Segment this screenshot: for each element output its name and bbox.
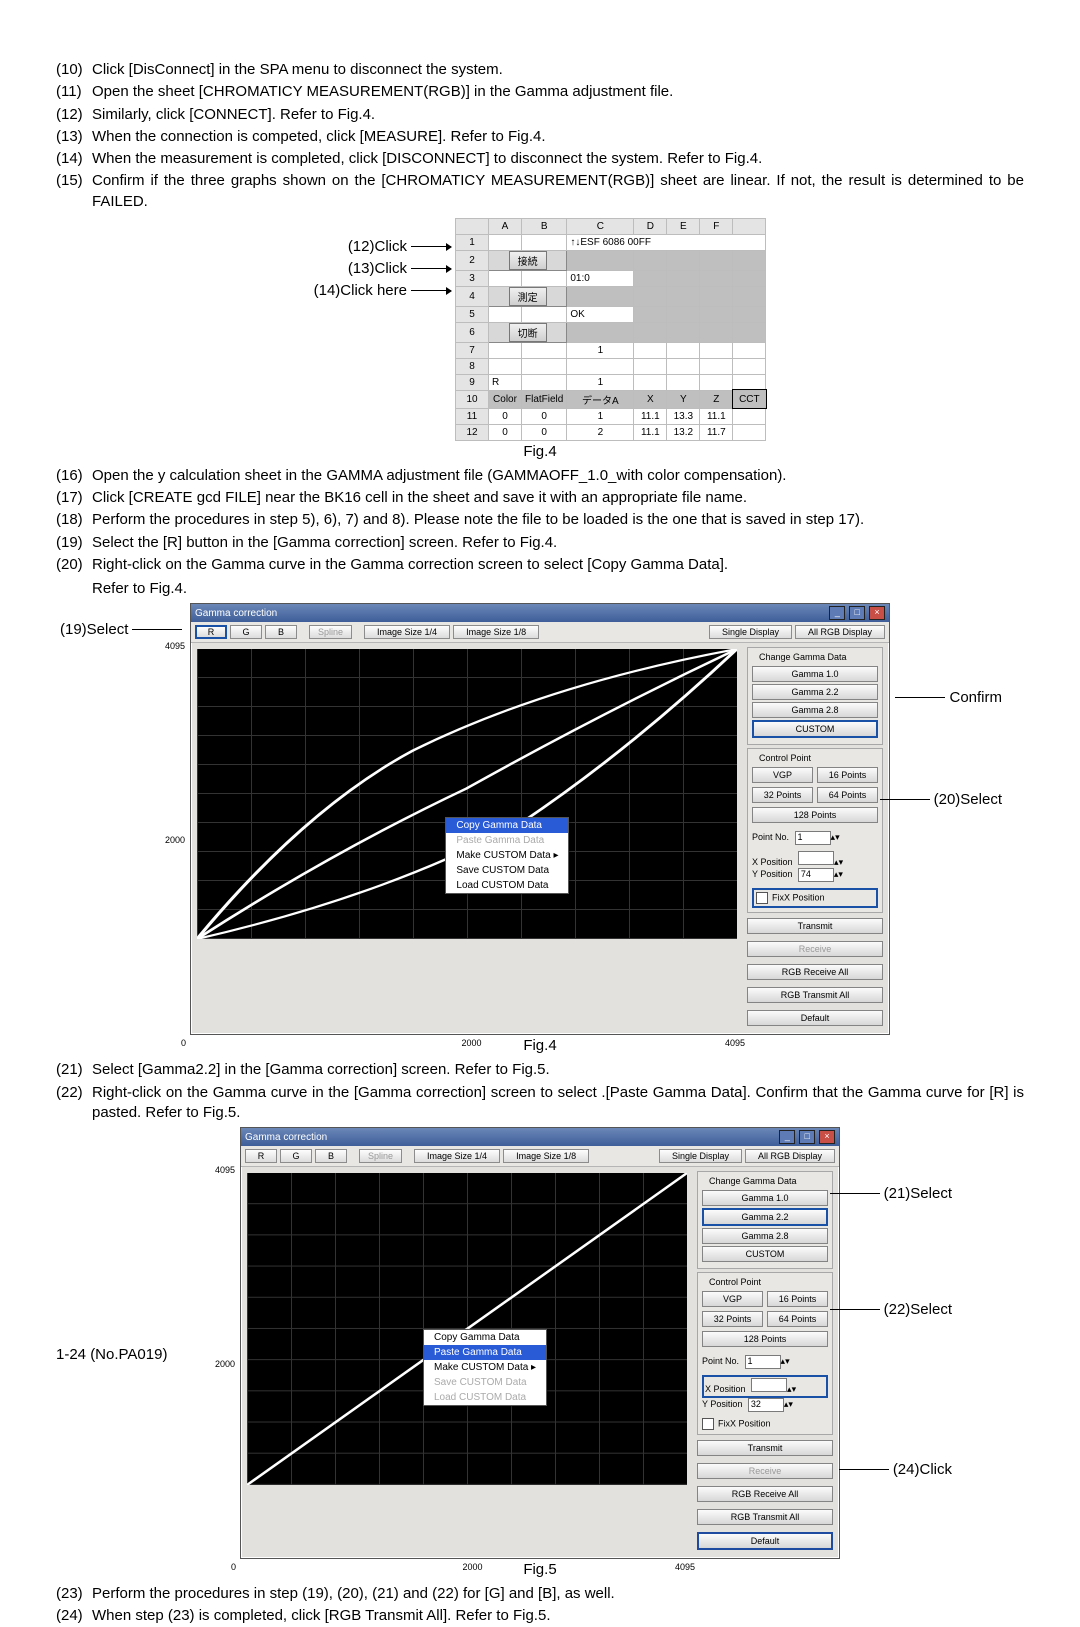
callout-19: (19)Select	[60, 621, 128, 638]
callout-20: (20)Select	[934, 791, 1002, 808]
spreadsheet-table: AB CD EF 1↑↓ESF 6086 00FF 2接続 301:0 4測定 …	[455, 218, 766, 441]
b-button[interactable]: B	[265, 625, 297, 639]
ctx-make-custom[interactable]: Make CUSTOM Data ▸	[424, 1360, 546, 1375]
ctx-paste-gamma[interactable]: Paste Gamma Data	[424, 1345, 546, 1360]
callout-24: (24)Click	[893, 1461, 952, 1478]
measure-button[interactable]: 測定	[509, 287, 547, 306]
gamma-22-button[interactable]: Gamma 2.2	[752, 684, 878, 700]
callout-22: (22)Select	[884, 1301, 952, 1318]
ctx-copy-gamma[interactable]: Copy Gamma Data	[424, 1330, 546, 1345]
fig4-spreadsheet: (12)Click (13)Click (14)Click here AB CD…	[180, 218, 900, 441]
minimize-icon[interactable]: _	[829, 606, 845, 620]
ctx-copy-gamma[interactable]: Copy Gamma Data	[446, 818, 568, 833]
rgb-receive-all-button[interactable]: RGB Receive All	[747, 964, 883, 980]
step-text: Click [DisConnect] in the SPA menu to di…	[92, 61, 503, 78]
p32-button[interactable]: 32 Points	[752, 787, 813, 803]
instruction-list-a: (10)Click [DisConnect] in the SPA menu t…	[56, 60, 1024, 212]
receive-button[interactable]: Receive	[747, 941, 883, 957]
callout-12: (12)Click	[348, 235, 407, 259]
window-titlebar: Gamma correction _ □ ×	[191, 604, 889, 622]
window-title: Gamma correction	[245, 1132, 327, 1143]
close-icon[interactable]: ×	[869, 606, 885, 620]
all-rgb-display-button[interactable]: All RGB Display	[795, 625, 885, 639]
imagesize-14-button[interactable]: Image Size 1/4	[414, 1149, 500, 1163]
callout-21: (21)Select	[884, 1185, 952, 1202]
ypos-input[interactable]: 74	[798, 868, 834, 882]
single-display-button[interactable]: Single Display	[709, 625, 792, 639]
fig4b-caption: Fig.4	[56, 1037, 1024, 1054]
p128-button[interactable]: 128 Points	[752, 807, 878, 823]
gamma-plot[interactable]: Copy Gamma Data Paste Gamma Data Make CU…	[197, 649, 737, 939]
instruction-list-c: (21)Select [Gamma2.2] in the [Gamma corr…	[56, 1060, 1024, 1123]
instruction-list-b: (16)Open the y calculation sheet in the …	[56, 466, 1024, 575]
fig4-caption: Fig.4	[56, 443, 1024, 460]
fixx-checkbox[interactable]	[756, 892, 768, 904]
gamma-correction-window-2: (21)Select (22)Select (24)Click Gamma co…	[240, 1127, 840, 1559]
disconnect-button[interactable]: 切断	[509, 323, 547, 342]
gamma-10-button[interactable]: Gamma 1.0	[752, 666, 878, 682]
ctx-load-custom[interactable]: Load CUSTOM Data	[424, 1390, 546, 1405]
custom-button[interactable]: CUSTOM	[752, 720, 878, 738]
spline-button[interactable]: Spline	[309, 625, 352, 639]
imagesize-14-button[interactable]: Image Size 1/4	[364, 625, 450, 639]
r-button[interactable]: R	[245, 1149, 277, 1163]
rgb-transmit-all-button[interactable]: RGB Transmit All	[747, 987, 883, 1003]
gamma-22-button[interactable]: Gamma 2.2	[702, 1208, 828, 1226]
context-menu: Copy Gamma Data Paste Gamma Data Make CU…	[423, 1329, 547, 1406]
r-button[interactable]: R	[195, 625, 227, 639]
custom-button[interactable]: CUSTOM	[702, 1246, 828, 1262]
connect-button[interactable]: 接続	[509, 251, 547, 270]
single-display-button[interactable]: Single Display	[659, 1149, 742, 1163]
side-panel: Change Gamma Data Gamma 1.0 Gamma 2.2 Ga…	[743, 643, 889, 1034]
ctx-paste-gamma[interactable]: Paste Gamma Data	[446, 833, 568, 848]
callout-confirm: Confirm	[949, 689, 1002, 706]
window-title: Gamma correction	[195, 608, 277, 619]
gamma-28-button[interactable]: Gamma 2.8	[702, 1228, 828, 1244]
g-button[interactable]: G	[280, 1149, 312, 1163]
minimize-icon[interactable]: _	[779, 1130, 795, 1144]
g-button[interactable]: G	[230, 625, 262, 639]
instruction-list-d: (23)Perform the procedures in step (19),…	[56, 1584, 1024, 1627]
rgb-transmit-all-button[interactable]: RGB Transmit All	[697, 1509, 833, 1525]
pointno-input[interactable]: 1	[795, 831, 831, 845]
all-rgb-display-button[interactable]: All RGB Display	[745, 1149, 835, 1163]
ctx-make-custom[interactable]: Make CUSTOM Data ▸	[446, 848, 568, 863]
b-button[interactable]: B	[315, 1149, 347, 1163]
transmit-button[interactable]: Transmit	[697, 1440, 833, 1456]
rgb-receive-all-button[interactable]: RGB Receive All	[697, 1486, 833, 1502]
p16-button[interactable]: 16 Points	[817, 767, 878, 783]
fig5-caption: Fig.5	[56, 1561, 1024, 1578]
spline-button[interactable]: Spline	[359, 1149, 402, 1163]
default-button[interactable]: Default	[747, 1010, 883, 1026]
vgp-button[interactable]: VGP	[752, 767, 813, 783]
callout-14: (14)Click here	[314, 279, 407, 303]
fixx-checkbox[interactable]	[702, 1418, 714, 1430]
transmit-button[interactable]: Transmit	[747, 918, 883, 934]
gamma-correction-window-1: (19)Select Confirm (20)Select Gamma corr…	[190, 603, 890, 1035]
gamma-plot[interactable]: Copy Gamma Data Paste Gamma Data Make CU…	[247, 1173, 687, 1485]
maximize-icon[interactable]: □	[799, 1130, 815, 1144]
step-number: (10)	[56, 60, 90, 80]
default-button[interactable]: Default	[697, 1532, 833, 1550]
toolbar: R G B Spline Image Size 1/4 Image Size 1…	[191, 622, 889, 643]
xpos-input[interactable]	[798, 851, 834, 865]
callout-13: (13)Click	[348, 257, 407, 281]
gamma-28-button[interactable]: Gamma 2.8	[752, 702, 878, 718]
receive-button[interactable]: Receive	[697, 1463, 833, 1479]
ctx-load-custom[interactable]: Load CUSTOM Data	[446, 878, 568, 893]
imagesize-18-button[interactable]: Image Size 1/8	[453, 625, 539, 639]
page-footer: 1-24 (No.PA019)	[56, 1346, 167, 1363]
ctx-save-custom[interactable]: Save CUSTOM Data	[446, 863, 568, 878]
step20-sub: Refer to Fig.4.	[56, 579, 1024, 599]
context-menu: Copy Gamma Data Paste Gamma Data Make CU…	[445, 817, 569, 894]
gamma-10-button[interactable]: Gamma 1.0	[702, 1190, 828, 1206]
ctx-save-custom[interactable]: Save CUSTOM Data	[424, 1375, 546, 1390]
close-icon[interactable]: ×	[819, 1130, 835, 1144]
p64-button[interactable]: 64 Points	[817, 787, 878, 803]
imagesize-18-button[interactable]: Image Size 1/8	[503, 1149, 589, 1163]
maximize-icon[interactable]: □	[849, 606, 865, 620]
window-titlebar: Gamma correction _ □ ×	[241, 1128, 839, 1146]
